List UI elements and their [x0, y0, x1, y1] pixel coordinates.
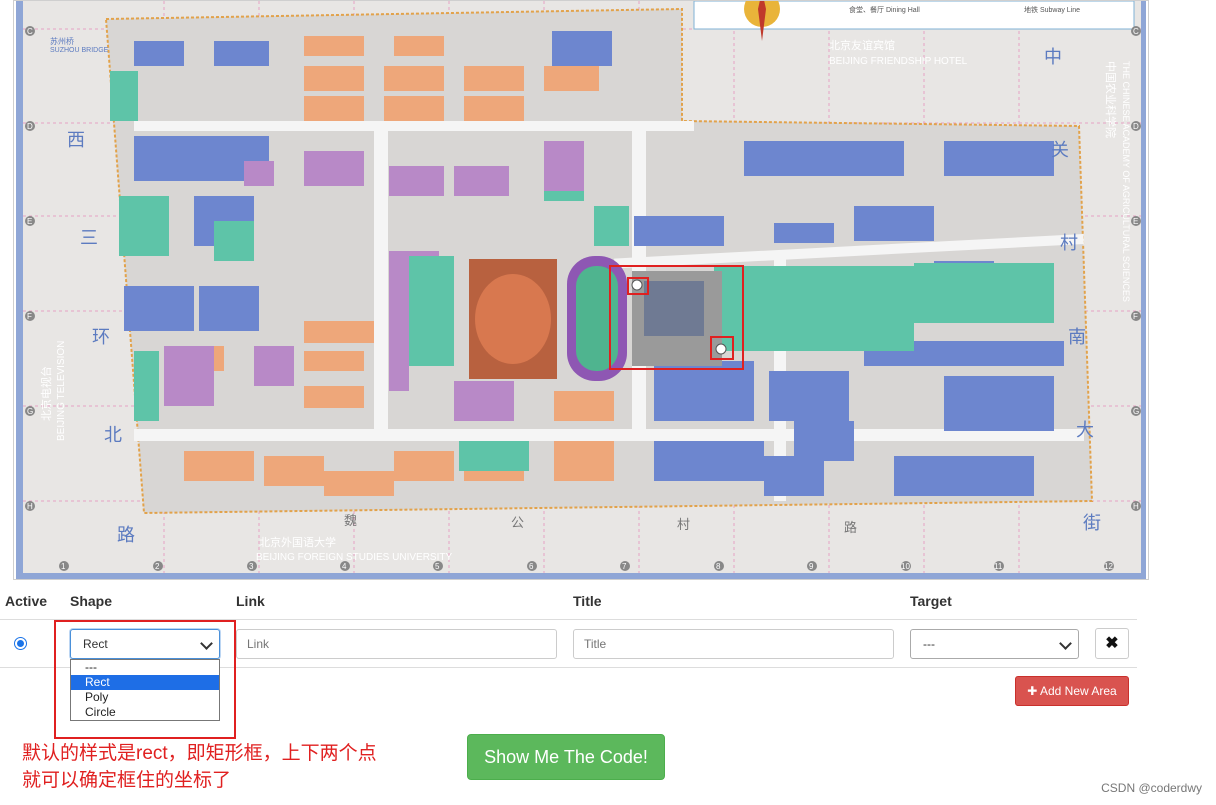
- col-marker: 7: [622, 562, 627, 571]
- road-right-char: 大: [1076, 420, 1094, 440]
- bfsu-en-label: BEIJING FOREIGN STUDIES UNIVERSITY: [256, 552, 452, 563]
- add-new-area-button[interactable]: ✚ Add New Area: [1015, 676, 1129, 706]
- header-title: Title: [573, 593, 602, 609]
- road-right-char: 关: [1051, 140, 1069, 160]
- campus-map-drawing: 北京友谊宾馆 BEIJING FRIENDSHIP HOTEL 北京外国语大学 …: [16, 1, 1146, 579]
- col-marker: 12: [1104, 562, 1113, 571]
- target-select-value: ---: [923, 637, 935, 651]
- col-marker: 1: [61, 562, 66, 571]
- col-marker: 4: [342, 562, 347, 571]
- col-marker: 6: [529, 562, 534, 571]
- top-left-handle[interactable]: [627, 277, 649, 295]
- col-marker: 9: [809, 562, 814, 571]
- road-bottom-char: 公: [511, 515, 524, 530]
- target-select[interactable]: ---: [910, 629, 1079, 659]
- row-marker: G: [1133, 407, 1139, 416]
- road-right-char: 街: [1083, 513, 1101, 533]
- close-icon: ✖: [1105, 635, 1119, 652]
- row-marker: C: [27, 27, 33, 36]
- plus-icon: ✚: [1027, 684, 1038, 698]
- row-marker: G: [27, 407, 33, 416]
- row-marker: E: [27, 217, 32, 226]
- road-left-char: 三: [80, 228, 98, 248]
- row-marker: C: [1133, 27, 1139, 36]
- chevron-down-icon: [1059, 637, 1072, 650]
- row-marker: H: [1133, 502, 1139, 511]
- annotation-line: 就可以确定框住的坐标了: [22, 770, 232, 791]
- show-code-button[interactable]: Show Me The Code!: [467, 734, 665, 780]
- col-marker: 3: [249, 562, 254, 571]
- road-bottom-char: 村: [677, 517, 690, 532]
- academy-en-label: THE CHINESE ACADEMY OF AGRICULTURAL SCIE…: [1121, 61, 1131, 302]
- road-bottom-char: 魏: [344, 513, 357, 528]
- bottom-right-handle[interactable]: [710, 336, 734, 360]
- road-right-char: 村: [1060, 233, 1078, 253]
- header-target: Target: [910, 593, 952, 609]
- link-input[interactable]: [236, 629, 557, 659]
- row-marker: F: [27, 312, 32, 321]
- suzhou-bridge-en-label: SUZHOU BRIDGE: [50, 47, 109, 54]
- col-marker: 2: [155, 562, 160, 571]
- road-bottom-char: 路: [844, 520, 857, 535]
- campus-map[interactable]: 北京友谊宾馆 BEIJING FRIENDSHIP HOTEL 北京外国语大学 …: [13, 0, 1149, 580]
- header-link: Link: [236, 593, 265, 609]
- tv-en-label: BEIJING TELEVISION: [56, 341, 67, 441]
- row-marker: D: [1133, 122, 1139, 131]
- tv-cn-label: 北京电视台: [39, 366, 53, 421]
- remove-row-button[interactable]: ✖: [1095, 628, 1129, 659]
- title-input[interactable]: [573, 629, 894, 659]
- col-marker: 10: [901, 562, 910, 571]
- col-marker: 8: [716, 562, 721, 571]
- row-marker: F: [1133, 312, 1138, 321]
- road-left-char: 环: [92, 327, 110, 347]
- watermark: CSDN @coderdwy: [1101, 781, 1202, 795]
- row-marker: D: [27, 122, 33, 131]
- road-right-char: 南: [1068, 327, 1086, 347]
- legend-dining-hall: 食堂、餐厅 Dining Hall: [849, 5, 920, 14]
- road-left-char: 路: [117, 525, 135, 545]
- shape-column-highlight: [54, 620, 236, 739]
- add-new-area-label: Add New Area: [1040, 684, 1117, 698]
- bfsu-cn-label: 北京外国语大学: [259, 535, 336, 549]
- col-marker: 5: [435, 562, 440, 571]
- header-shape: Shape: [70, 593, 113, 609]
- col-marker: 11: [994, 562, 1003, 571]
- hotel-en-label: BEIJING FRIENDSHIP HOTEL: [829, 56, 968, 67]
- annotation-line: 默认的样式是rect，即矩形框，上下两个点: [22, 743, 377, 764]
- annotation-text: 默认的样式是rect，即矩形框，上下两个点 就可以确定框住的坐标了: [22, 740, 442, 794]
- academy-cn-label: 中国农业科学院: [1104, 61, 1118, 138]
- legend-subway-line: 地铁 Subway Line: [1024, 5, 1080, 14]
- road-right-char: 中: [1044, 47, 1062, 67]
- suzhou-bridge-cn-label: 苏州桥: [50, 36, 74, 46]
- active-radio[interactable]: [14, 637, 27, 650]
- road-left-char: 北: [104, 425, 122, 445]
- row-marker: E: [1133, 217, 1138, 226]
- hotel-cn-label: 北京友谊宾馆: [829, 38, 895, 52]
- road-left-char: 西: [67, 130, 85, 150]
- header-active: Active: [5, 593, 48, 609]
- row-marker: H: [27, 502, 33, 511]
